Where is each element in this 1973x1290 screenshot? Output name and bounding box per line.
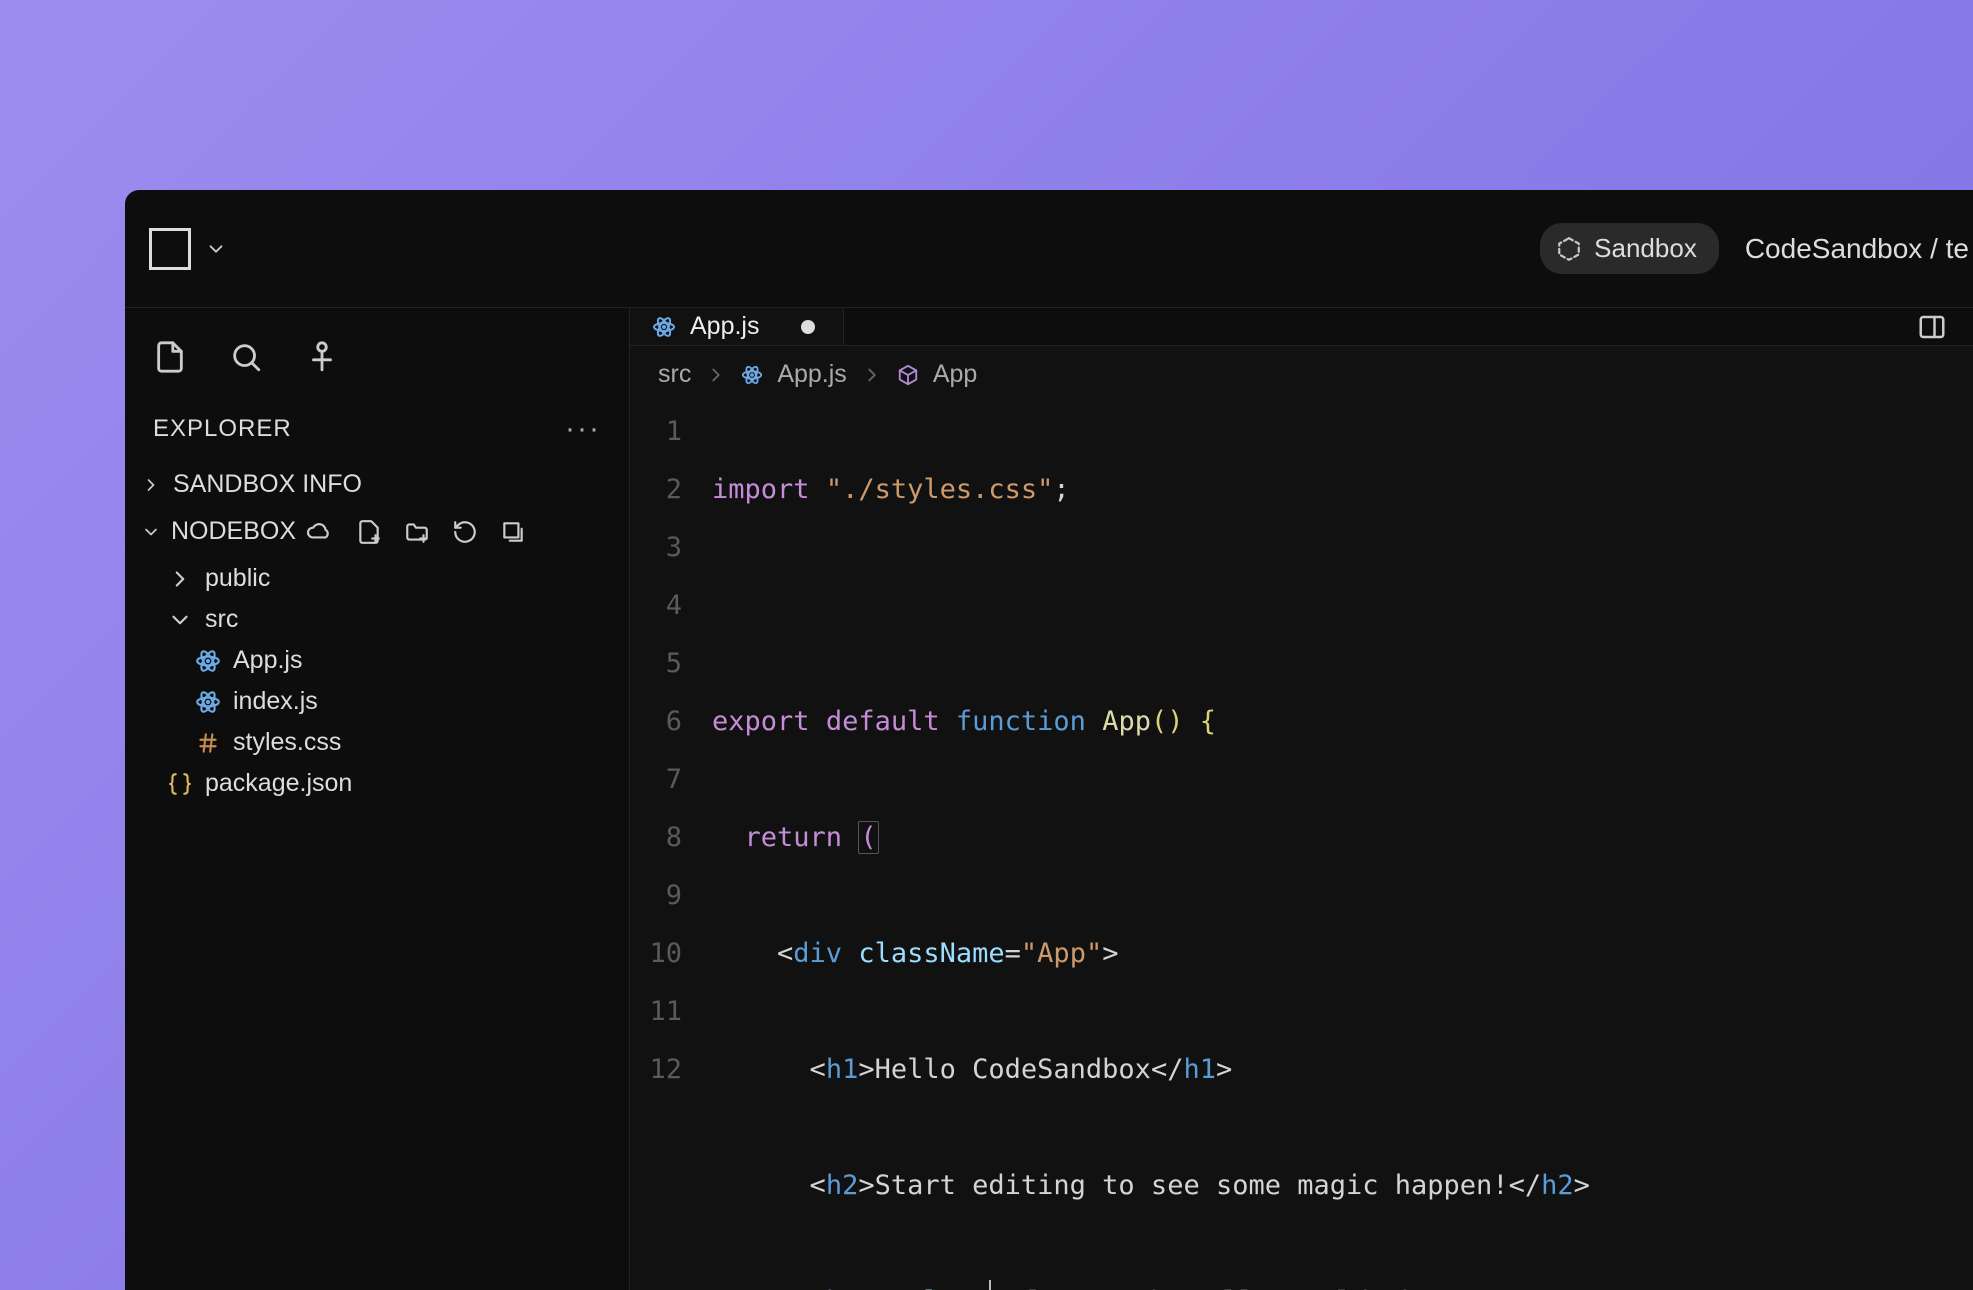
line-number: 4	[630, 577, 682, 635]
line-number: 1	[630, 403, 682, 461]
line-number: 5	[630, 635, 682, 693]
git-icon[interactable]	[305, 340, 339, 374]
cube-icon	[897, 364, 919, 386]
tree-label: index.js	[233, 687, 318, 716]
code-line[interactable]: <h3 style="color: red">Hello World</h3>	[712, 1273, 1973, 1290]
cloud-sync-icon[interactable]	[306, 519, 332, 545]
title-breadcrumb[interactable]: CodeSandbox / te	[1745, 233, 1969, 265]
main-body: EXPLORER ··· SANDBOX INFO NODEBOX	[125, 308, 1973, 1290]
file-icon[interactable]	[153, 340, 187, 374]
crumb-symbol[interactable]: App	[933, 360, 977, 389]
react-icon	[652, 315, 676, 339]
braces-icon	[167, 771, 193, 797]
more-icon[interactable]: ···	[565, 412, 601, 446]
sandbox-icon	[1556, 236, 1582, 262]
tree-folder-src[interactable]: src	[125, 599, 629, 640]
collapse-all-icon[interactable]	[500, 519, 526, 545]
crumb-file[interactable]: App.js	[777, 360, 846, 389]
code-lines[interactable]: import "./styles.css"; export default fu…	[712, 403, 1973, 1290]
app-menu-icon[interactable]	[149, 228, 191, 270]
section-sandbox-info[interactable]: SANDBOX INFO	[125, 460, 629, 509]
line-number: 6	[630, 693, 682, 751]
new-folder-icon[interactable]	[404, 519, 430, 545]
hash-icon	[195, 730, 221, 756]
tree-file-styles-css[interactable]: styles.css	[125, 722, 629, 763]
sandbox-pill-label: Sandbox	[1594, 233, 1697, 264]
breadcrumb-bar: src App.js App	[630, 346, 1973, 403]
ghost-suggestion: color: red">Hello World</h3>	[992, 1286, 1447, 1290]
gutter: 1 2 3 4 5 6 7 8 9 10 11 12	[630, 403, 712, 1290]
crumb-src[interactable]: src	[658, 360, 691, 389]
line-number: 10	[630, 925, 682, 983]
line-number: 11	[630, 983, 682, 1041]
code-line[interactable]: import "./styles.css";	[712, 461, 1973, 519]
chevron-right-icon	[861, 364, 883, 386]
react-icon	[195, 648, 221, 674]
tab-bar: App.js	[630, 308, 1973, 346]
sidebar-icon-row	[125, 322, 629, 392]
line-number: 2	[630, 461, 682, 519]
titlebar-left	[149, 228, 227, 270]
chevron-down-icon	[141, 522, 161, 542]
tree-label: App.js	[233, 646, 302, 675]
search-icon[interactable]	[229, 340, 263, 374]
tree-label: src	[205, 605, 238, 634]
code-line[interactable]	[712, 577, 1973, 635]
react-icon	[195, 689, 221, 715]
code-line[interactable]: export default function App() {	[712, 693, 1973, 751]
app-window: Sandbox CodeSandbox / te EXPLORER ···	[125, 190, 1973, 1290]
chevron-down-icon[interactable]	[205, 238, 227, 260]
tree-label: package.json	[205, 769, 352, 798]
code-line[interactable]: return (	[712, 809, 1973, 867]
chevron-right-icon	[141, 475, 161, 495]
line-number: 9	[630, 867, 682, 925]
section-label: NODEBOX	[171, 517, 296, 546]
section-nodebox[interactable]: NODEBOX	[125, 509, 629, 554]
tree-folder-public[interactable]: public	[125, 558, 629, 599]
react-icon	[741, 364, 763, 386]
line-number: 3	[630, 519, 682, 577]
tab-app-js[interactable]: App.js	[630, 308, 844, 345]
tree-file-app-js[interactable]: App.js	[125, 640, 629, 681]
modified-dot-icon	[801, 320, 815, 334]
titlebar-right: Sandbox CodeSandbox / te	[1540, 223, 1969, 274]
chevron-down-icon	[167, 607, 193, 633]
line-number: 12	[630, 1041, 682, 1099]
sandbox-pill[interactable]: Sandbox	[1540, 223, 1719, 274]
code-line[interactable]: <h2>Start editing to see some magic happ…	[712, 1157, 1973, 1215]
explorer-header: EXPLORER ···	[125, 392, 629, 460]
tree-file-index-js[interactable]: index.js	[125, 681, 629, 722]
explorer-label: EXPLORER	[153, 415, 292, 443]
code-line[interactable]: <h1>Hello CodeSandbox</h1>	[712, 1041, 1973, 1099]
code-line[interactable]: <div className="App">	[712, 925, 1973, 983]
tabbar-right	[1891, 308, 1973, 345]
chevron-right-icon	[705, 364, 727, 386]
tree-label: styles.css	[233, 728, 341, 757]
tree-label: public	[205, 564, 270, 593]
tree-file-package-json[interactable]: package.json	[125, 763, 629, 804]
chevron-right-icon	[167, 566, 193, 592]
refresh-icon[interactable]	[452, 519, 478, 545]
section-label: SANDBOX INFO	[173, 470, 362, 499]
editor-pane: App.js src App.js	[630, 308, 1973, 1290]
file-tree: public src App.js	[125, 554, 629, 804]
line-number: 8	[630, 809, 682, 867]
folder-actions	[356, 519, 526, 545]
titlebar: Sandbox CodeSandbox / te	[125, 190, 1973, 308]
code-editor[interactable]: 1 2 3 4 5 6 7 8 9 10 11 12 import "./sty…	[630, 403, 1973, 1290]
sidebar: EXPLORER ··· SANDBOX INFO NODEBOX	[125, 308, 630, 1290]
tab-label: App.js	[690, 312, 759, 341]
new-file-icon[interactable]	[356, 519, 382, 545]
split-editor-icon[interactable]	[1917, 312, 1947, 342]
line-number: 7	[630, 751, 682, 809]
